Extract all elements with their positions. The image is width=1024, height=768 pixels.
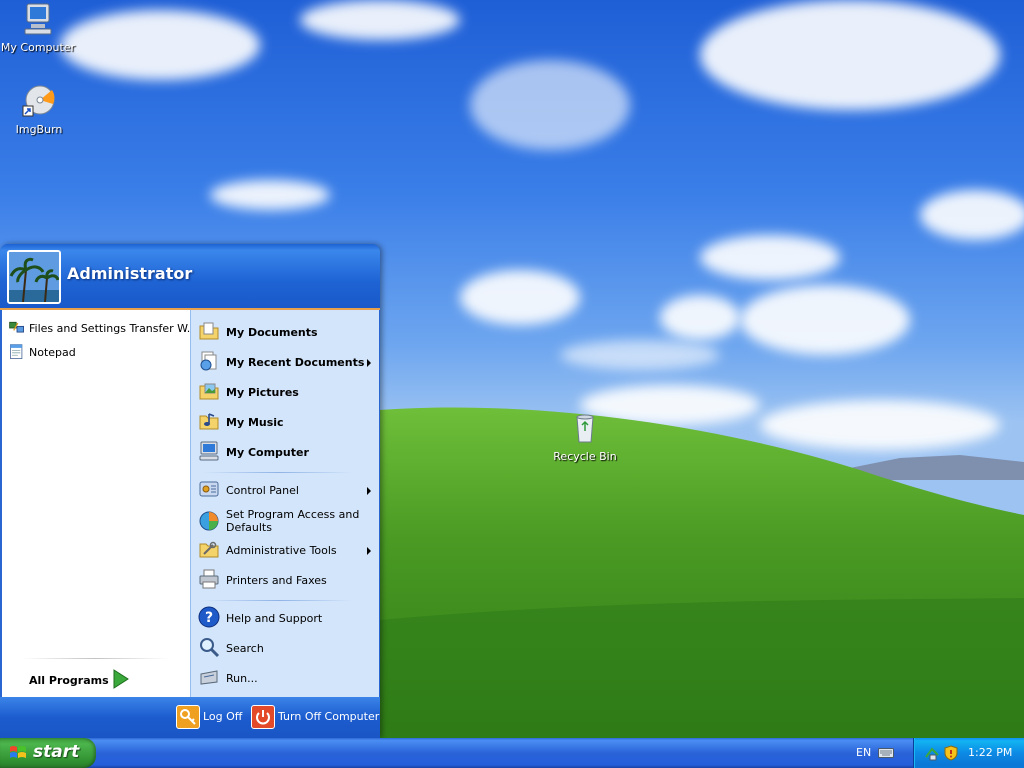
- menu-item-administrative-tools[interactable]: Administrative Tools: [191, 536, 379, 564]
- separator: [203, 472, 353, 473]
- my-computer-icon: [24, 3, 52, 35]
- desktop-icon-label: Recycle Bin: [553, 450, 617, 463]
- taskbar: start EN 1:22 PM: [0, 738, 1024, 768]
- menu-item-printers-and-faxes[interactable]: Printers and Faxes: [191, 566, 379, 594]
- menu-item-label: Control Panel: [226, 484, 299, 497]
- windows-logo-icon: [10, 746, 26, 758]
- menu-item-label: Printers and Faxes: [226, 574, 327, 587]
- notepad-icon: [10, 344, 23, 359]
- desktop-icon-label: ImgBurn: [15, 123, 63, 136]
- my-computer-icon: [199, 441, 219, 461]
- start-menu: Administrator Files and Settings Transfe…: [0, 244, 380, 738]
- menu-item-label: Set Program Access and Defaults: [226, 508, 360, 534]
- folder-documents-icon: [199, 322, 219, 340]
- svg-text:?: ?: [205, 610, 213, 626]
- menu-item-my-recent-documents[interactable]: My Recent Documents: [191, 348, 379, 376]
- user-avatar[interactable]: [7, 250, 61, 304]
- program-label: Files and Settings Transfer W...: [29, 322, 198, 335]
- menu-item-label: Run...: [226, 672, 258, 685]
- transfer-wizard-icon: [9, 321, 24, 333]
- search-icon: [200, 638, 220, 658]
- menu-item-label: My Recent Documents: [226, 356, 365, 369]
- turn-off-label: Turn Off Computer: [278, 710, 380, 723]
- recycle-bin-icon: [576, 414, 594, 443]
- menu-item-label: My Music: [226, 416, 284, 429]
- program-notepad[interactable]: Notepad: [2, 342, 190, 364]
- menu-item-set-program-access[interactable]: Set Program Access and Defaults: [191, 506, 379, 536]
- key-icon: [176, 705, 200, 729]
- menu-item-help-and-support[interactable]: ? Help and Support: [191, 604, 379, 632]
- menu-item-my-documents[interactable]: My Documents: [191, 318, 379, 346]
- printer-icon: [199, 569, 219, 589]
- green-arrow-icon: [113, 669, 129, 689]
- keyboard-icon[interactable]: [878, 748, 894, 758]
- recent-documents-icon: [200, 351, 217, 371]
- log-off-label: Log Off: [203, 710, 243, 723]
- help-icon: ?: [198, 606, 220, 628]
- menu-item-my-pictures[interactable]: My Pictures: [191, 378, 379, 406]
- folder-pictures-icon: [199, 383, 219, 400]
- submenu-arrow-icon: [367, 487, 371, 495]
- control-panel-icon: [199, 481, 219, 497]
- network-icon[interactable]: [924, 745, 940, 761]
- menu-item-label: My Documents: [226, 326, 318, 339]
- start-button[interactable]: start: [0, 738, 96, 768]
- system-tray: 1:22 PM: [913, 738, 1024, 768]
- imgburn-icon: [22, 85, 55, 117]
- user-name: Administrator: [67, 264, 193, 283]
- desktop-icon-my-computer[interactable]: My Computer: [0, 2, 76, 54]
- program-label: Notepad: [29, 346, 76, 359]
- desktop-icon-imgburn[interactable]: ImgBurn: [1, 84, 77, 136]
- start-menu-header: Administrator: [0, 244, 380, 310]
- start-menu-footer: Log Off Turn Off Computer: [0, 697, 380, 738]
- desktop-icon-recycle-bin[interactable]: Recycle Bin: [547, 411, 623, 463]
- all-programs-label: All Programs: [29, 674, 109, 687]
- language-indicator[interactable]: EN: [856, 746, 871, 759]
- menu-item-label: Help and Support: [226, 612, 323, 625]
- menu-item-search[interactable]: Search: [191, 634, 379, 662]
- turn-off-computer-button[interactable]: Turn Off Computer: [251, 705, 380, 729]
- submenu-arrow-icon: [367, 359, 371, 367]
- run-icon: [200, 670, 218, 685]
- start-label: start: [33, 742, 80, 762]
- start-menu-right-pane: My Documents My Recent Documents My Pict…: [190, 310, 379, 697]
- menu-item-my-computer[interactable]: My Computer: [191, 438, 379, 466]
- program-files-and-settings-transfer[interactable]: Files and Settings Transfer W...: [2, 318, 197, 340]
- start-menu-left-pane: Files and Settings Transfer W... Notepad…: [2, 310, 197, 697]
- separator: [203, 600, 353, 601]
- clock[interactable]: 1:22 PM: [968, 746, 1012, 759]
- menu-item-label: My Computer: [226, 446, 309, 459]
- admin-tools-icon: [199, 541, 219, 558]
- security-shield-icon[interactable]: [943, 745, 959, 761]
- log-off-button[interactable]: Log Off: [176, 705, 246, 729]
- menu-item-my-music[interactable]: My Music: [191, 408, 379, 436]
- menu-item-label: Search: [226, 642, 264, 655]
- menu-item-control-panel[interactable]: Control Panel: [191, 476, 379, 504]
- palm-tree-picture: [9, 252, 59, 302]
- power-icon: [251, 705, 275, 729]
- folder-music-icon: [199, 413, 219, 430]
- desktop-icon-label: My Computer: [0, 41, 76, 54]
- program-access-icon: [199, 511, 219, 531]
- menu-item-label: My Pictures: [226, 386, 299, 399]
- all-programs-button[interactable]: All Programs: [2, 666, 190, 692]
- menu-item-run[interactable]: Run...: [191, 664, 379, 692]
- menu-item-label: Administrative Tools: [226, 544, 337, 557]
- submenu-arrow-icon: [367, 547, 371, 555]
- separator: [22, 658, 168, 659]
